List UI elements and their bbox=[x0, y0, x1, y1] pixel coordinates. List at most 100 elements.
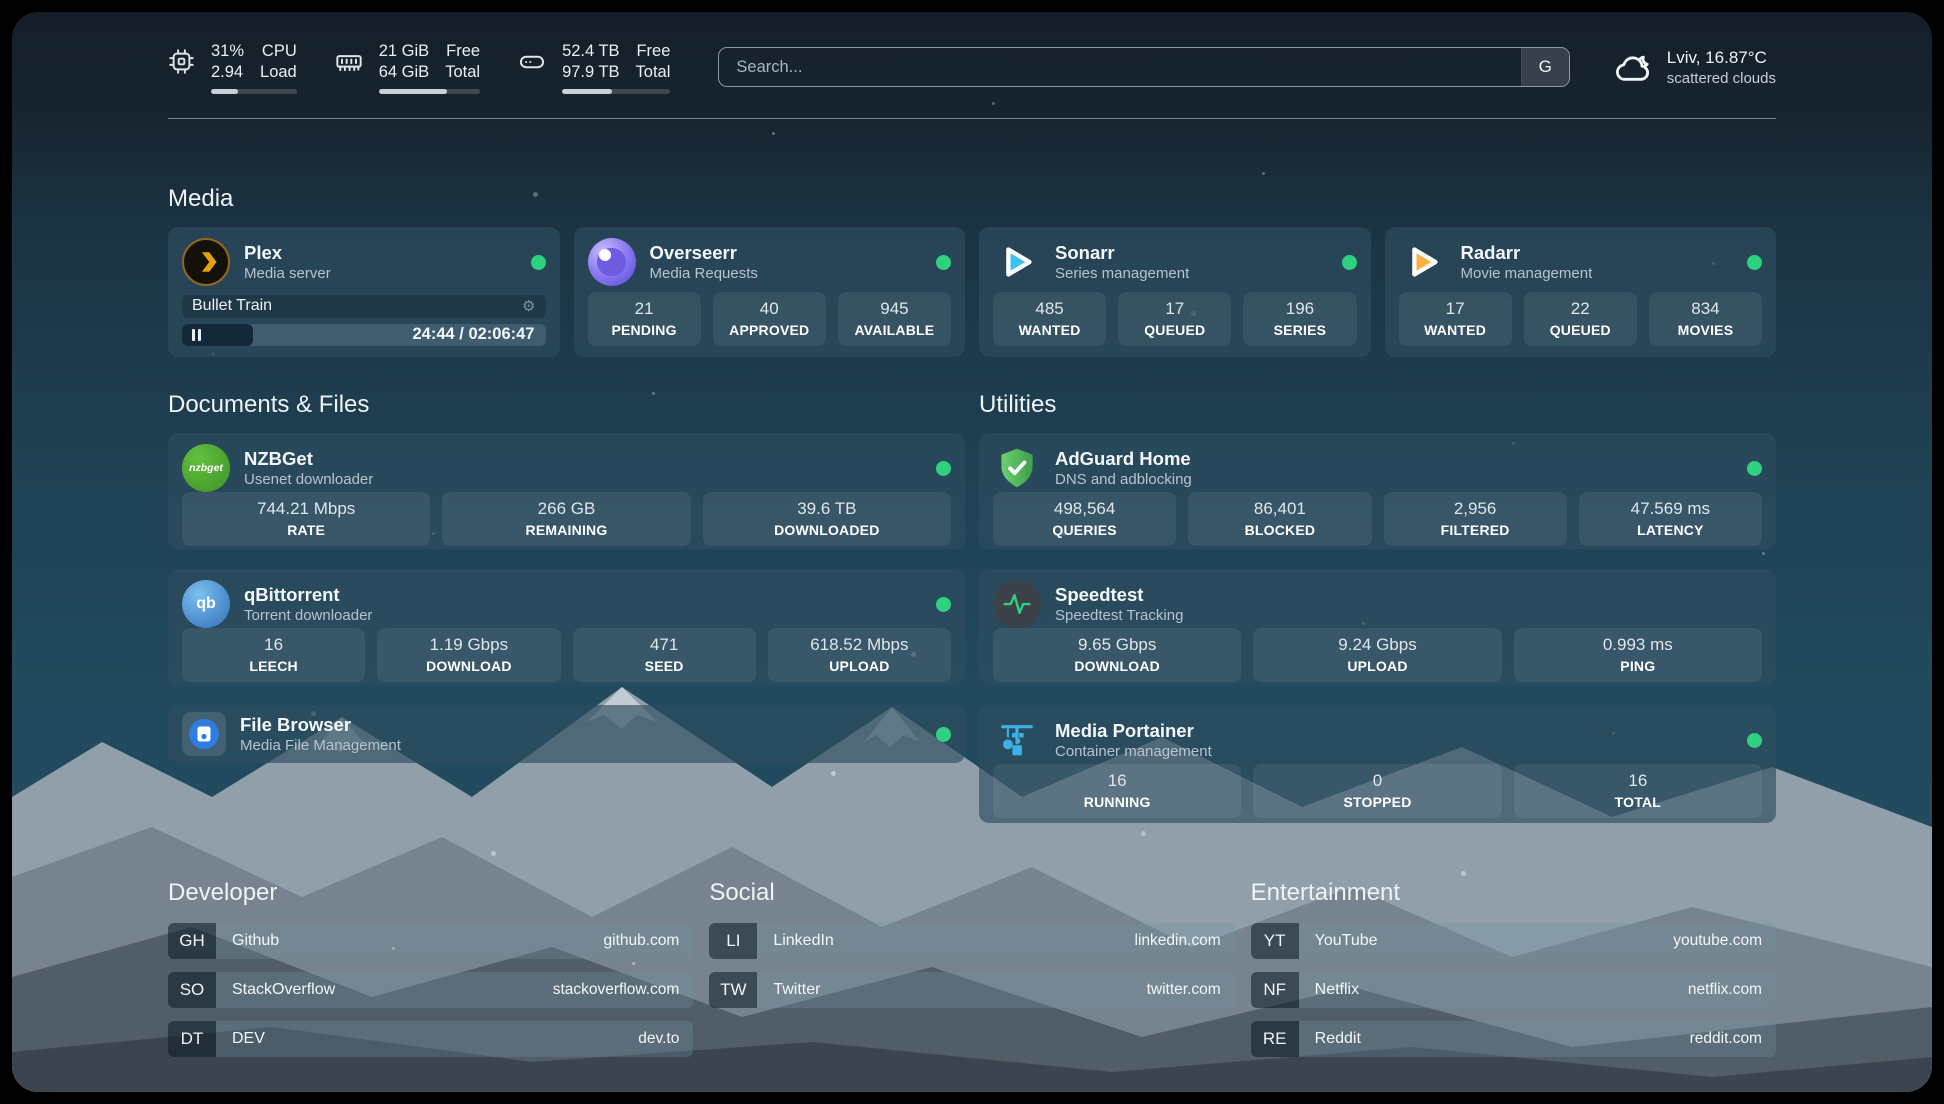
app-subtitle: Torrent downloader bbox=[244, 606, 372, 625]
app-name: Media Portainer bbox=[1055, 719, 1212, 742]
status-dot-online bbox=[936, 255, 951, 270]
stat-tile: 39.6 TBDOWNLOADED bbox=[703, 492, 951, 546]
bookmark-abbr: RE bbox=[1251, 1021, 1299, 1057]
media-card-grid: Plex Media server Bullet Train ⚙ 24:44 /… bbox=[168, 227, 1776, 357]
bookmark-stackoverflow[interactable]: SO StackOverflowstackoverflow.com bbox=[168, 972, 693, 1008]
cpu-progress-bar bbox=[211, 89, 297, 94]
app-subtitle: Media server bbox=[244, 264, 331, 283]
stat-tile: 0.993 msPING bbox=[1514, 628, 1762, 682]
speedtest-card[interactable]: Speedtest Speedtest Tracking 9.65 GbpsDO… bbox=[979, 569, 1776, 685]
app-subtitle: Speedtest Tracking bbox=[1055, 606, 1183, 625]
bookmark-twitter[interactable]: TW Twittertwitter.com bbox=[709, 972, 1234, 1008]
stat-tile: 744.21 MbpsRATE bbox=[182, 492, 430, 546]
playback-time: 24:44 / 02:06:47 bbox=[412, 324, 534, 346]
memory-total-value: 64 GiB bbox=[379, 62, 429, 83]
app-name: Overseerr bbox=[650, 241, 758, 264]
bookmark-abbr: YT bbox=[1251, 923, 1299, 959]
portainer-card[interactable]: Media Portainer Container management 16R… bbox=[979, 705, 1776, 823]
bookmark-abbr: TW bbox=[709, 972, 757, 1008]
google-search-button[interactable]: G bbox=[1521, 48, 1569, 86]
overseerr-icon bbox=[588, 238, 636, 286]
filebrowser-icon bbox=[182, 712, 226, 756]
memory-free-value: 21 GiB bbox=[379, 41, 429, 62]
app-name: File Browser bbox=[240, 713, 401, 736]
system-stats: 31% CPU 2.94 Load 21 GiB Free 64 GiB Tot… bbox=[168, 41, 670, 94]
stat-tile: 471SEED bbox=[573, 628, 756, 682]
bookmark-reddit[interactable]: RE Redditreddit.com bbox=[1251, 1021, 1776, 1057]
app-subtitle: Media File Management bbox=[240, 736, 401, 755]
app-name: Plex bbox=[244, 241, 331, 264]
section-title-social: Social bbox=[709, 879, 1234, 907]
status-dot-online bbox=[936, 727, 951, 742]
radarr-icon bbox=[1399, 238, 1447, 286]
nzbget-card[interactable]: nzbget NZBGet Usenet downloader 744.21 M… bbox=[168, 433, 965, 549]
plex-card[interactable]: Plex Media server Bullet Train ⚙ 24:44 /… bbox=[168, 227, 560, 357]
app-name: Sonarr bbox=[1055, 241, 1189, 264]
stat-tile: 2,956FILTERED bbox=[1384, 492, 1567, 546]
app-name: qBittorrent bbox=[244, 583, 372, 606]
top-bar: 31% CPU 2.94 Load 21 GiB Free 64 GiB Tot… bbox=[168, 12, 1776, 118]
disk-icon bbox=[518, 48, 546, 76]
adguard-card[interactable]: AdGuard Home DNS and adblocking 498,564Q… bbox=[979, 433, 1776, 549]
cpu-label-2: Load bbox=[260, 62, 297, 83]
stat-tile: 16RUNNING bbox=[993, 764, 1241, 818]
ram-icon bbox=[335, 48, 363, 76]
overseerr-card[interactable]: Overseerr Media Requests 21PENDING 40APP… bbox=[574, 227, 966, 357]
bookmark-youtube[interactable]: YT YouTubeyoutube.com bbox=[1251, 923, 1776, 959]
cpu-usage-value: 31% bbox=[211, 41, 244, 62]
cpu-load-value: 2.94 bbox=[211, 62, 244, 83]
search-box: G bbox=[718, 47, 1569, 87]
status-dot-online bbox=[1342, 255, 1357, 270]
app-name: Speedtest bbox=[1055, 583, 1183, 606]
app-subtitle: Media Requests bbox=[650, 264, 758, 283]
bookmark-github[interactable]: GH Githubgithub.com bbox=[168, 923, 693, 959]
stat-tile: 22QUEUED bbox=[1524, 292, 1637, 346]
section-title-utilities: Utilities bbox=[979, 391, 1776, 419]
app-subtitle: Usenet downloader bbox=[244, 470, 373, 489]
disk-free-value: 52.4 TB bbox=[562, 41, 619, 62]
status-dot-online bbox=[531, 255, 546, 270]
plex-icon bbox=[182, 238, 230, 286]
status-dot-online bbox=[1747, 255, 1762, 270]
app-name: AdGuard Home bbox=[1055, 447, 1192, 470]
sonarr-icon bbox=[993, 238, 1041, 286]
radarr-card[interactable]: Radarr Movie management 17WANTED 22QUEUE… bbox=[1385, 227, 1777, 357]
stat-tile: 17WANTED bbox=[1399, 292, 1512, 346]
nzbget-icon: nzbget bbox=[182, 444, 230, 492]
stat-tile: 834MOVIES bbox=[1649, 292, 1762, 346]
bookmark-dev[interactable]: DT DEVdev.to bbox=[168, 1021, 693, 1057]
stat-tile: 0STOPPED bbox=[1253, 764, 1501, 818]
disk-label-2: Total bbox=[636, 62, 671, 83]
section-title-media: Media bbox=[168, 185, 1776, 213]
bookmark-abbr: GH bbox=[168, 923, 216, 959]
stat-tile: 16LEECH bbox=[182, 628, 365, 682]
disk-label-1: Free bbox=[636, 41, 671, 62]
documents-column: Documents & Files nzbget NZBGet Usenet d… bbox=[168, 391, 965, 823]
section-title-entertainment: Entertainment bbox=[1251, 879, 1776, 907]
stat-tile: 17QUEUED bbox=[1118, 292, 1231, 346]
stat-tile: 21PENDING bbox=[588, 292, 701, 346]
search-input[interactable] bbox=[719, 48, 1520, 86]
stat-tile: 485WANTED bbox=[993, 292, 1106, 346]
stat-tile: 196SERIES bbox=[1243, 292, 1356, 346]
bookmark-netflix[interactable]: NF Netflixnetflix.com bbox=[1251, 972, 1776, 1008]
sonarr-card[interactable]: Sonarr Series management 485WANTED 17QUE… bbox=[979, 227, 1371, 357]
filebrowser-card[interactable]: File Browser Media File Management bbox=[168, 705, 965, 763]
pause-icon bbox=[192, 329, 195, 341]
playback-progress-bar: 24:44 / 02:06:47 bbox=[182, 324, 546, 346]
stat-tile: 9.65 GbpsDOWNLOAD bbox=[993, 628, 1241, 682]
now-playing-row: Bullet Train ⚙ bbox=[182, 295, 546, 318]
disk-stat: 52.4 TB Free 97.9 TB Total bbox=[518, 41, 670, 94]
bookmark-linkedin[interactable]: LI LinkedInlinkedin.com bbox=[709, 923, 1234, 959]
app-subtitle: Movie management bbox=[1461, 264, 1593, 283]
cloud-icon bbox=[1614, 50, 1654, 84]
bookmark-abbr: SO bbox=[168, 972, 216, 1008]
qbittorrent-card[interactable]: qb qBittorrent Torrent downloader 16LEEC… bbox=[168, 569, 965, 685]
utilities-column: Utilities AdGu bbox=[979, 391, 1776, 823]
status-dot-online bbox=[1747, 461, 1762, 476]
speedtest-waveform-icon bbox=[993, 580, 1041, 628]
bookmark-group-developer: Developer GH Githubgithub.com SO StackOv… bbox=[168, 879, 693, 1070]
section-title-developer: Developer bbox=[168, 879, 693, 907]
playback-progress-fill bbox=[182, 324, 253, 346]
portainer-crane-icon bbox=[993, 716, 1041, 764]
